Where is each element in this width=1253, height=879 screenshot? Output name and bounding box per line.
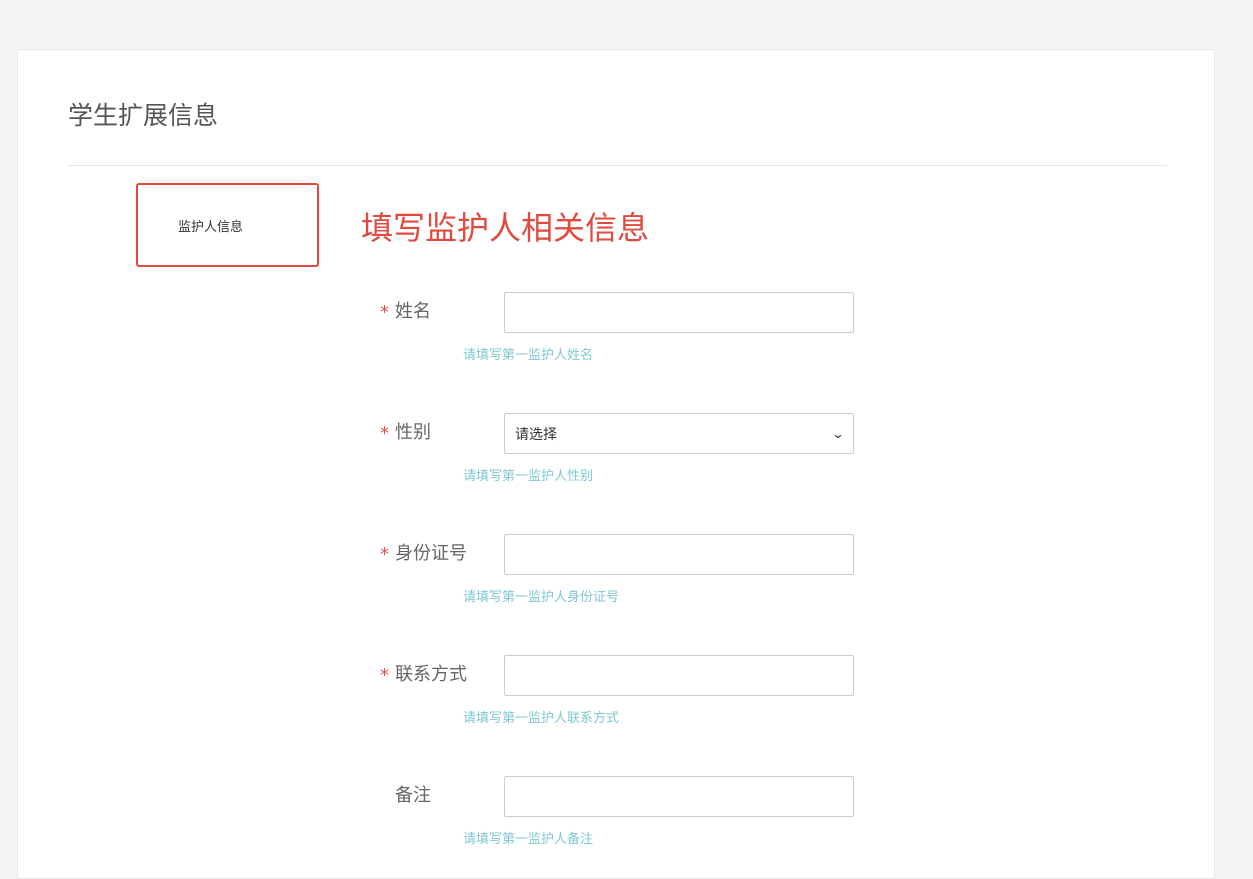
tab-guardian-info[interactable]: 监护人信息 xyxy=(136,183,319,267)
form-row-remark: 备注 请填写第一监护人备注 xyxy=(18,776,1214,876)
contact-label: 联系方式 xyxy=(395,664,467,685)
required-mark: * xyxy=(380,423,389,444)
contact-input[interactable] xyxy=(504,655,854,696)
remark-input[interactable] xyxy=(504,776,854,817)
gender-help: 请填写第一监护人性别 xyxy=(463,469,594,484)
form-row-gender: * 性别 请选择 ⌄ 请填写第一监护人性别 xyxy=(18,413,1214,513)
id-number-input[interactable] xyxy=(504,534,854,575)
tab-guardian-info-label: 监护人信息 xyxy=(178,219,244,235)
name-help: 请填写第一监护人姓名 xyxy=(463,348,594,363)
id-number-help: 请填写第一监护人身份证号 xyxy=(463,590,620,605)
form-row-id-number: * 身份证号 请填写第一监护人身份证号 xyxy=(18,534,1214,634)
required-mark: * xyxy=(380,665,389,686)
remark-label: 备注 xyxy=(395,785,431,806)
page-title: 学生扩展信息 xyxy=(68,101,219,130)
gender-select-value: 请选择 xyxy=(515,426,557,443)
gender-select[interactable]: 请选择 ⌄ xyxy=(504,413,854,454)
name-label: 姓名 xyxy=(395,301,431,322)
gender-label: 性别 xyxy=(395,422,431,443)
required-mark: * xyxy=(380,544,389,565)
remark-help: 请填写第一监护人备注 xyxy=(463,832,594,847)
name-input[interactable] xyxy=(504,292,854,333)
id-number-label: 身份证号 xyxy=(395,543,467,564)
title-divider xyxy=(68,165,1167,166)
form-row-contact: * 联系方式 请填写第一监护人联系方式 xyxy=(18,655,1214,755)
contact-help: 请填写第一监护人联系方式 xyxy=(463,711,620,726)
form-card: 学生扩展信息 监护人信息 填写监护人相关信息 * 姓名 请填写第一监护人姓名 *… xyxy=(17,49,1215,879)
chevron-down-icon: ⌄ xyxy=(831,426,845,441)
required-mark: * xyxy=(380,302,389,323)
section-annotation: 填写监护人相关信息 xyxy=(361,209,650,247)
form-row-name: * 姓名 请填写第一监护人姓名 xyxy=(18,292,1214,392)
